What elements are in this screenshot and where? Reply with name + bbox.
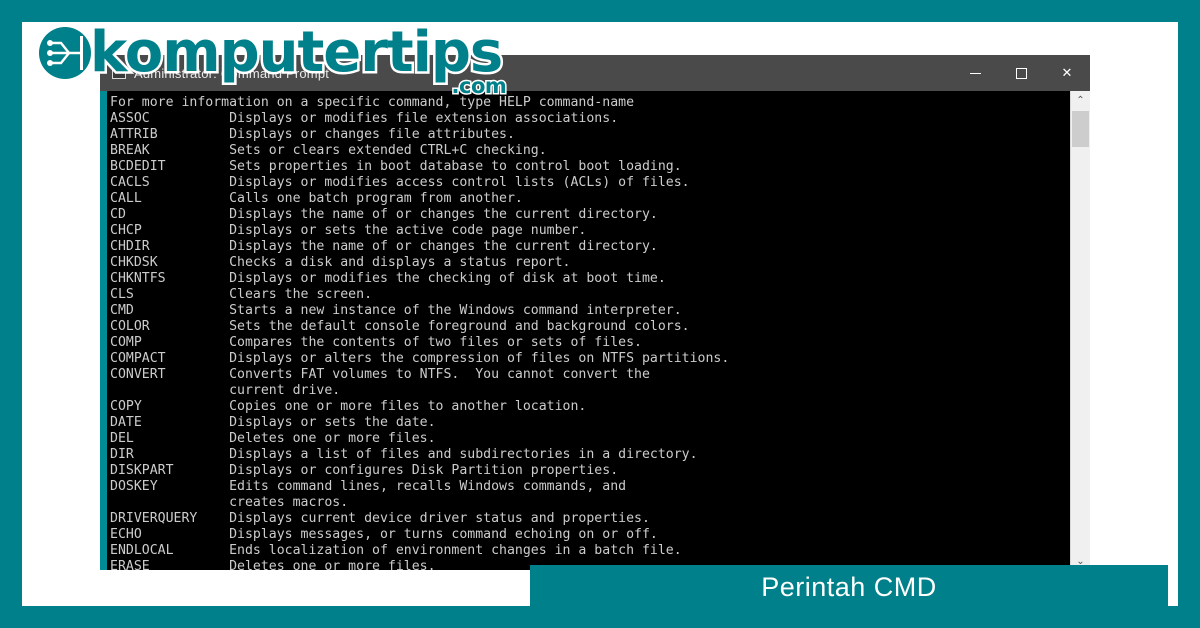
console-line: ECHO Displays messages, or turns command… [110,527,658,542]
scrollbar-thumb[interactable] [1072,111,1089,147]
console-line: creates macros. [110,495,349,510]
caption-banner: Perintah CMD [530,565,1168,610]
console-line: ASSOC Displays or modifies file extensio… [110,111,619,126]
console-line: DIR Displays a list of files and subdire… [110,447,698,462]
command-prompt-window: Administrator: Command Prompt ✕ For more… [100,55,1090,570]
console-line: ENDLOCAL Ends localization of environmen… [110,543,682,558]
brand-wordmark-wrap: komputertips .com [87,20,508,100]
console-line: DISKPART Displays or configures Disk Par… [110,463,619,478]
frame-edge-right [1178,0,1200,628]
maximize-button[interactable] [998,55,1044,91]
console-line: DEL Deletes one or more files. [110,431,436,446]
console-line: DOSKEY Edits command lines, recalls Wind… [110,479,627,494]
console-line: current drive. [110,383,341,398]
frame-edge-top [0,0,1200,22]
console-line: CHKNTFS Displays or modifies the checkin… [110,271,666,286]
minimize-icon [969,72,981,74]
close-icon: ✕ [1061,65,1073,81]
console-line: For more information on a specific comma… [110,95,635,110]
console-line: COLOR Sets the default console foregroun… [110,319,690,334]
console-line: CACLS Displays or modifies access contro… [110,175,690,190]
console-line: COMPACT Displays or alters the compressi… [110,351,730,366]
console-text: For more information on a specific comma… [110,95,729,570]
console-line: CMD Starts a new instance of the Windows… [110,303,682,318]
console-line: CLS Clears the screen. [110,287,373,302]
komputertips-circuit-logo-icon [39,27,91,79]
frame-edge-left [0,0,22,628]
console-line: CHDIR Displays the name of or changes th… [110,239,658,254]
window-left-accent-stripe [100,91,107,570]
scroll-up-arrow-icon[interactable]: ⌃ [1071,91,1090,109]
caption-banner-label: Perintah CMD [761,572,937,602]
console-line: BREAK Sets or clears extended CTRL+C che… [110,143,547,158]
window-controls: ✕ [952,55,1090,91]
console-line: BCDEDIT Sets properties in boot database… [110,159,682,174]
brand-logo: komputertips .com [36,20,508,100]
console-line: CHKDSK Checks a disk and displays a stat… [110,255,571,270]
screenshot-root: Administrator: Command Prompt ✕ For more… [0,0,1200,628]
console-line: CHCP Displays or sets the active code pa… [110,223,587,238]
console-line: CALL Calls one batch program from anothe… [110,191,523,206]
console-line: DATE Displays or sets the date. [110,415,436,430]
console-scrollbar[interactable]: ⌃ ⌄ [1070,91,1090,570]
brand-tld: .com [450,73,508,100]
console-line: CONVERT Converts FAT volumes to NTFS. Yo… [110,367,650,382]
close-button[interactable]: ✕ [1044,55,1090,91]
maximize-icon [1015,67,1027,79]
console-line: COPY Copies one or more files to another… [110,399,587,414]
minimize-button[interactable] [952,55,998,91]
console-line: DRIVERQUERY Displays current device driv… [110,511,650,526]
console-output-area[interactable]: For more information on a specific comma… [107,91,1070,570]
console-line: ATTRIB Displays or changes file attribut… [110,127,515,142]
brand-wordmark: komputertips [87,20,505,85]
console-line: COMP Compares the contents of two files … [110,335,642,350]
console-line: CD Displays the name of or changes the c… [110,207,658,222]
